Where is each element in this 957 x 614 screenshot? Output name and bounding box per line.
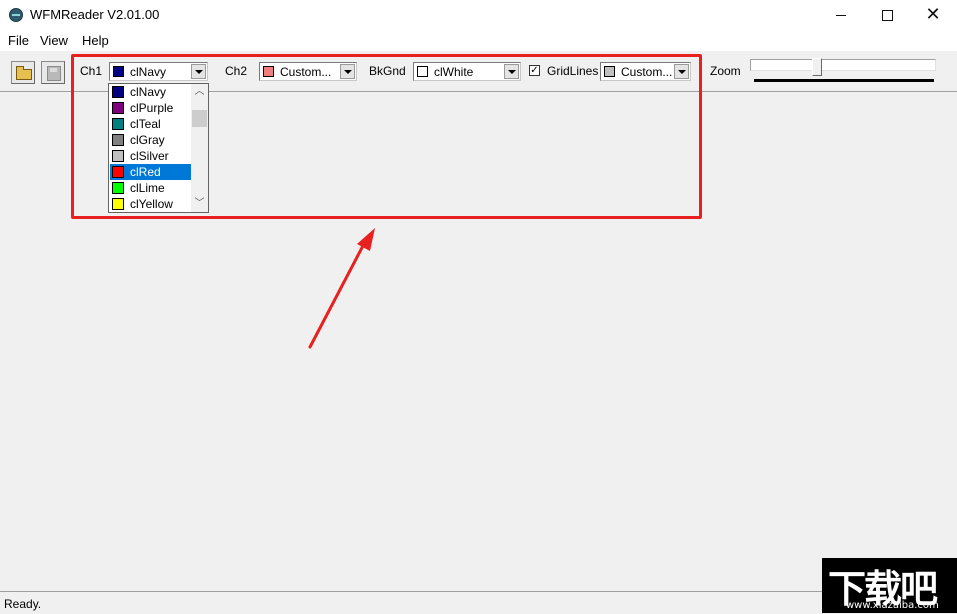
- watermark-logo: 下载吧 www.xiazaiba.com: [822, 558, 957, 613]
- watermark-url-text: www.xiazaiba.com: [846, 600, 939, 611]
- status-bar: Ready.: [0, 591, 957, 614]
- annotation-arrow-icon: [308, 228, 375, 349]
- status-text: Ready.: [4, 597, 42, 611]
